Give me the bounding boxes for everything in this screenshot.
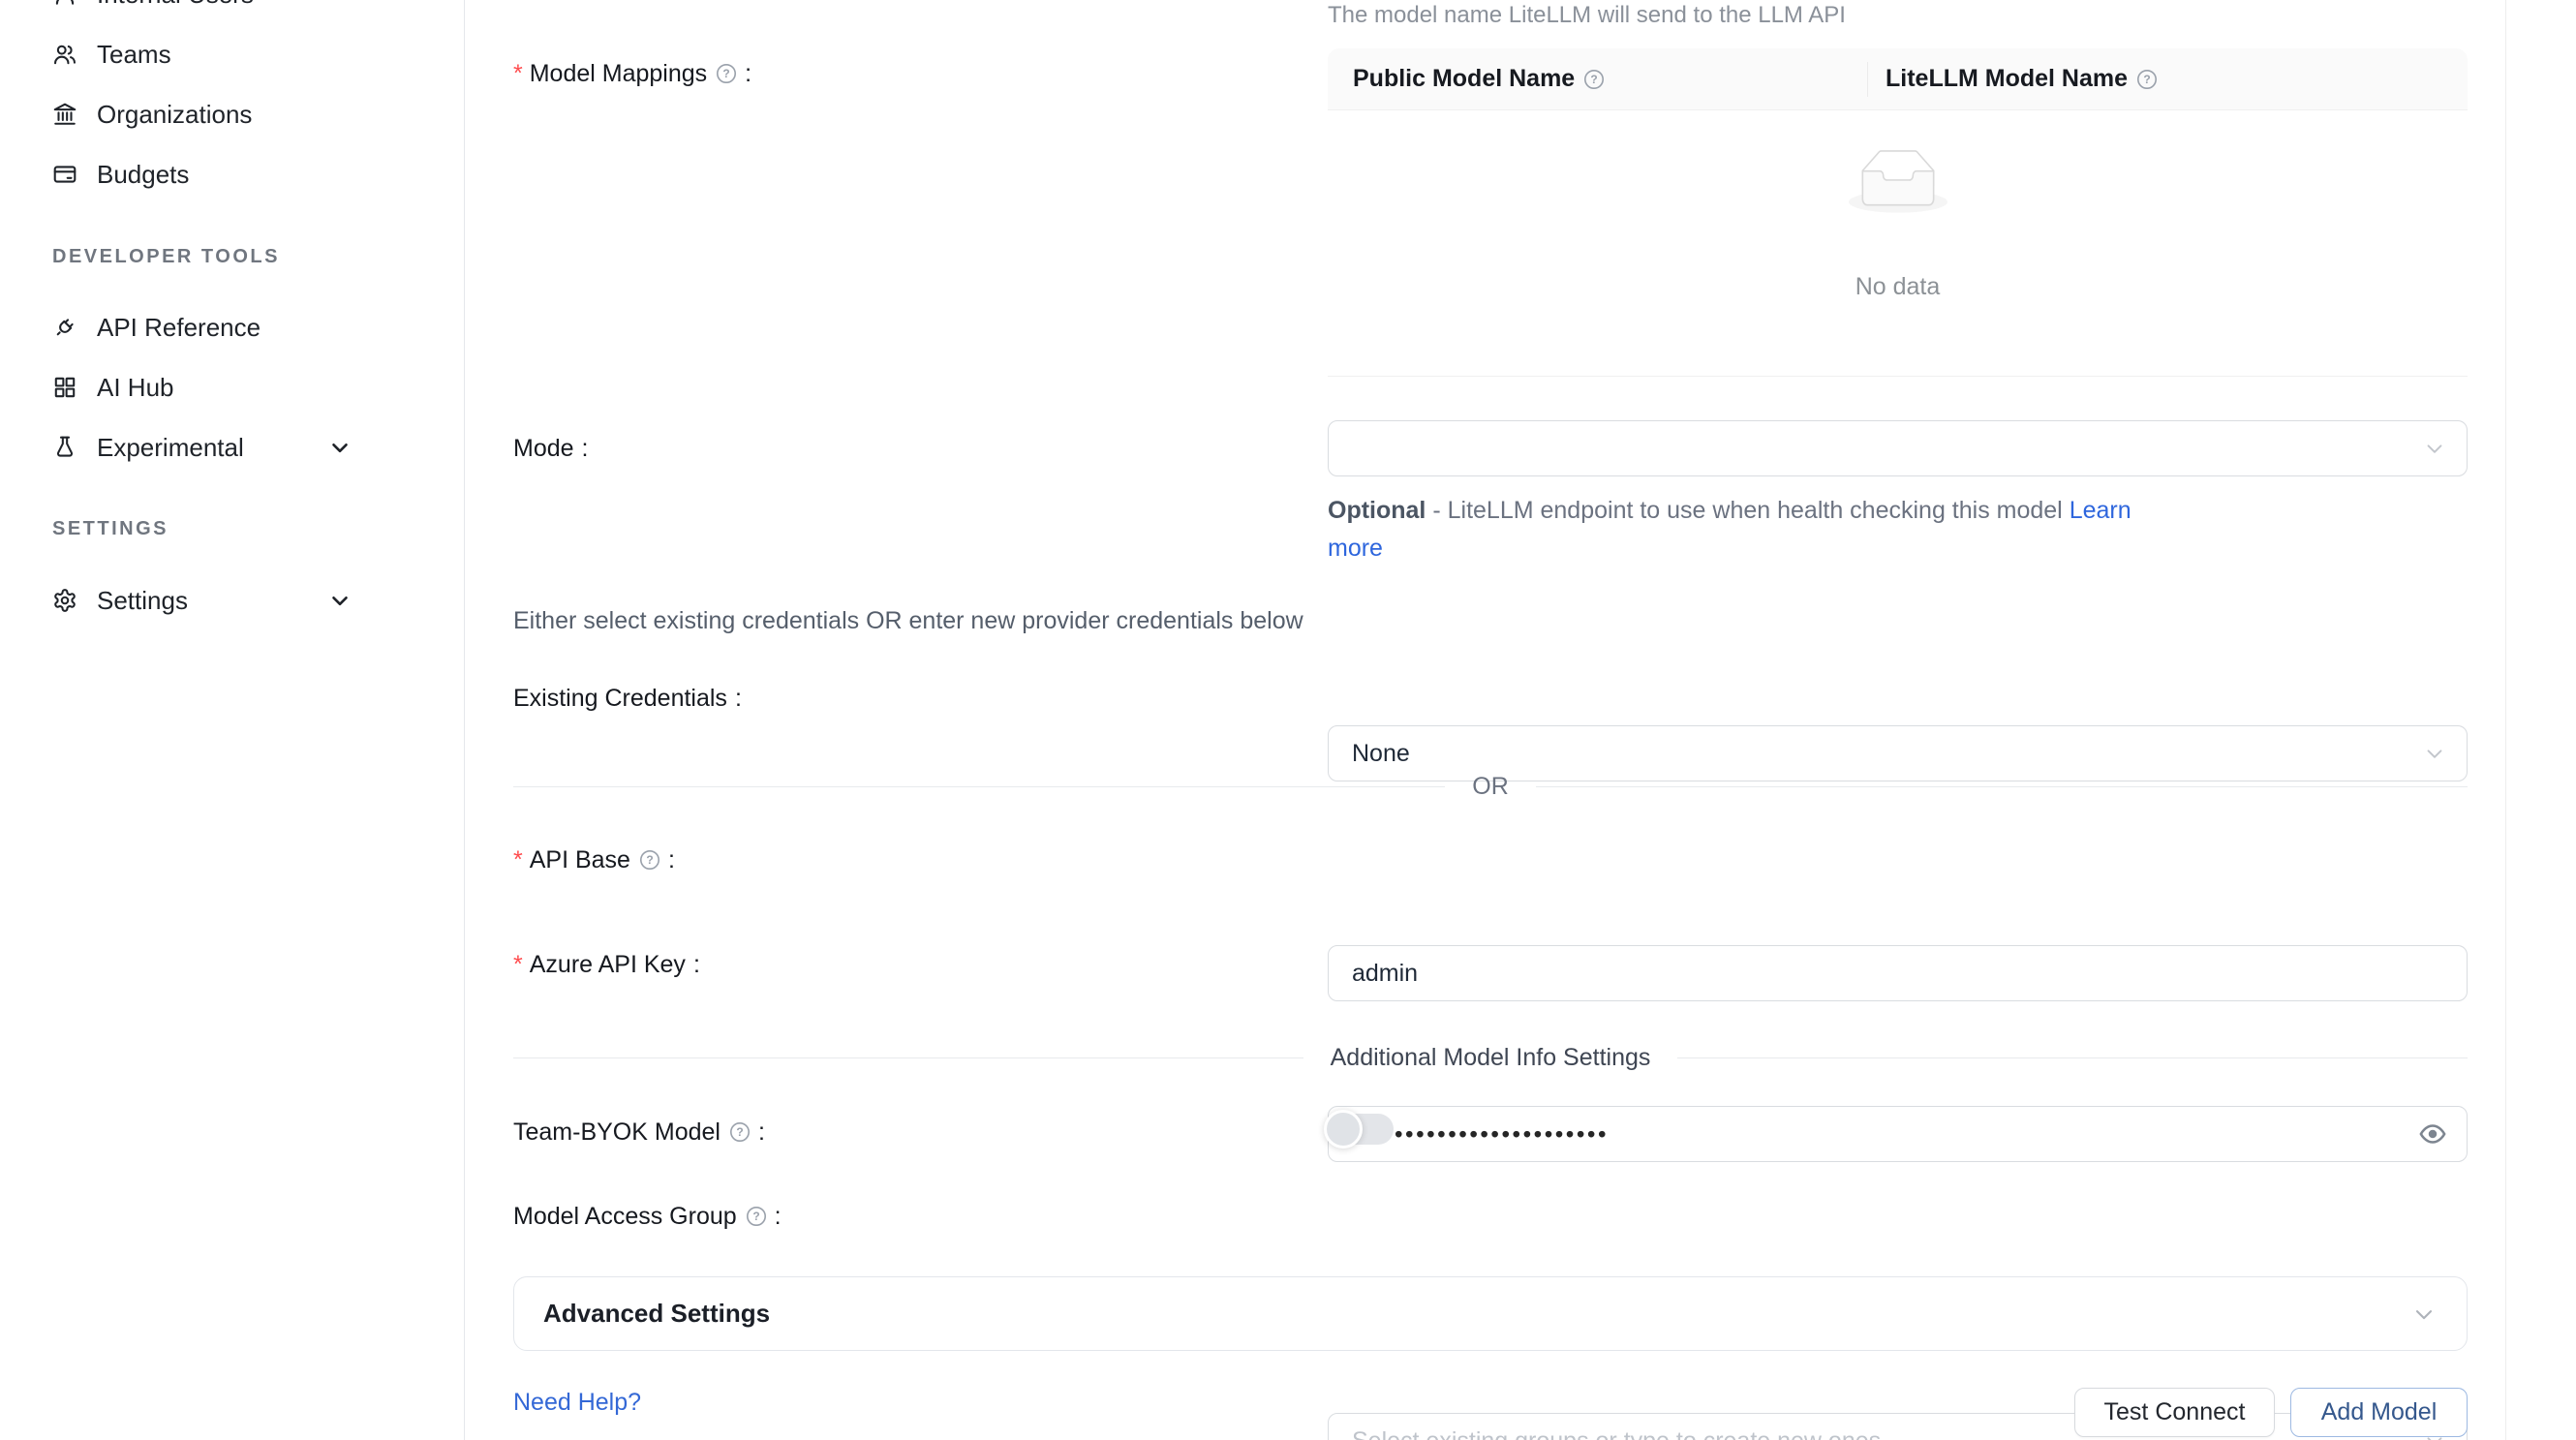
sidebar-section-developer-tools: DEVELOPER TOOLS: [52, 243, 280, 270]
sidebar-item-label: Experimental: [97, 433, 244, 463]
column-header-litellm-model-name: LiteLLM Model Name ?: [1886, 48, 2158, 109]
required-asterisk: *: [513, 58, 523, 89]
svg-text:?: ?: [1591, 73, 1598, 86]
gear-icon: [52, 588, 77, 613]
chevron-down-icon: [2422, 436, 2447, 461]
content-right-border: [2505, 0, 2506, 1440]
chevron-down-icon: [327, 435, 353, 460]
bank-icon: [52, 102, 77, 127]
sidebar-item-experimental[interactable]: Experimental: [0, 417, 463, 477]
mode-helper-line1: Optional - LiteLLM endpoint to use when …: [1328, 491, 2131, 530]
plug-icon: [52, 315, 77, 340]
svg-text:?: ?: [752, 1210, 759, 1223]
credentials-note: Either select existing credentials OR en…: [513, 606, 1303, 635]
sidebar-item-ai-hub[interactable]: AI Hub: [0, 357, 463, 417]
sidebar-item-label: AI Hub: [97, 373, 174, 403]
existing-credentials-label: Existing Credentials :: [513, 683, 742, 714]
test-connect-button[interactable]: Test Connect: [2074, 1388, 2275, 1437]
required-asterisk: *: [513, 844, 523, 875]
help-circle-icon[interactable]: ?: [639, 849, 660, 871]
team-byok-label: Team-BYOK Model ? :: [513, 1117, 765, 1148]
need-help-link[interactable]: Need Help?: [513, 1387, 641, 1418]
sidebar: Internal Users Teams Organizations Budge…: [0, 0, 465, 1440]
sidebar-section-settings: SETTINGS: [52, 515, 169, 542]
chevron-down-icon: [2410, 1301, 2438, 1328]
advanced-settings-label: Advanced Settings: [543, 1299, 2410, 1329]
sidebar-item-label: Organizations: [97, 100, 252, 130]
column-divider: [1867, 62, 1868, 97]
additional-settings-divider-text: Additional Model Info Settings: [1303, 1044, 1678, 1072]
model-access-group-placeholder: Select existing groups or type to create…: [1352, 1427, 1881, 1440]
model-name-helper-text: The model name LiteLLM will send to the …: [1328, 2, 1846, 29]
add-model-form: The model name LiteLLM will send to the …: [465, 0, 2576, 1440]
flask-icon: [52, 435, 77, 460]
svg-text:?: ?: [723, 67, 730, 80]
no-data-text: No data: [1328, 273, 2468, 301]
help-circle-icon[interactable]: ?: [2136, 69, 2158, 90]
existing-credentials-value: None: [1352, 740, 1410, 768]
toggle-knob: [1324, 1110, 1363, 1149]
chevron-down-icon: [327, 588, 353, 613]
api-base-label: * API Base ? :: [513, 844, 675, 875]
help-circle-icon[interactable]: ?: [729, 1121, 751, 1143]
sidebar-item-organizations[interactable]: Organizations: [0, 84, 463, 144]
sidebar-item-label: Budgets: [97, 160, 189, 190]
eye-icon[interactable]: [2416, 1118, 2449, 1150]
sidebar-item-internal-users[interactable]: Internal Users: [0, 0, 463, 24]
sidebar-item-settings[interactable]: Settings: [0, 570, 463, 630]
model-mappings-table: Public Model Name ? LiteLLM Model Name ?: [1328, 48, 2468, 377]
model-access-group-label: Model Access Group ? :: [513, 1201, 782, 1232]
team-byok-toggle[interactable]: [1328, 1114, 1394, 1145]
sidebar-item-label: Teams: [97, 40, 171, 70]
sidebar-item-teams[interactable]: Teams: [0, 24, 463, 84]
add-model-button[interactable]: Add Model: [2290, 1388, 2468, 1437]
svg-text:?: ?: [646, 853, 653, 867]
help-circle-icon[interactable]: ?: [746, 1206, 767, 1227]
or-divider: OR: [513, 772, 2468, 801]
advanced-settings-header[interactable]: Advanced Settings: [513, 1276, 2468, 1351]
azure-api-key-label: * Azure API Key :: [513, 949, 700, 980]
learn-more-link[interactable]: more: [1328, 535, 1383, 562]
table-empty-state: No data: [1328, 110, 2468, 377]
table-header: Public Model Name ? LiteLLM Model Name ?: [1328, 48, 2468, 110]
mode-helper-line2: more: [1328, 529, 1383, 567]
additional-settings-divider: Additional Model Info Settings: [513, 1043, 2468, 1072]
svg-text:?: ?: [736, 1125, 743, 1139]
sidebar-item-api-reference[interactable]: API Reference: [0, 297, 463, 357]
mode-select[interactable]: [1328, 420, 2468, 476]
required-asterisk: *: [513, 949, 523, 980]
sidebar-item-label: API Reference: [97, 313, 261, 343]
api-base-input[interactable]: admin: [1328, 945, 2468, 1001]
or-divider-text: OR: [1445, 773, 1536, 801]
sidebar-item-budgets[interactable]: Budgets: [0, 144, 463, 204]
model-mappings-label: * Model Mappings ? :: [513, 58, 751, 89]
empty-inbox-icon: [1849, 149, 1947, 218]
user-icon: [52, 0, 77, 7]
mode-label: Mode :: [513, 433, 589, 464]
help-circle-icon[interactable]: ?: [716, 63, 737, 84]
svg-text:?: ?: [2143, 73, 2150, 86]
chevron-down-icon: [2422, 741, 2447, 766]
grid-icon: [52, 375, 77, 400]
credit-card-icon: [52, 162, 77, 187]
azure-api-key-input[interactable]: ••••••••••••••••••••••••: [1328, 1106, 2468, 1162]
users-icon: [52, 42, 77, 67]
add-model-page: Internal Users Teams Organizations Budge…: [0, 0, 2576, 1440]
sidebar-item-label: Internal Users: [97, 0, 254, 10]
learn-more-link[interactable]: Learn: [2070, 497, 2131, 524]
help-circle-icon[interactable]: ?: [1583, 69, 1605, 90]
column-header-public-model-name: Public Model Name ?: [1353, 48, 1605, 109]
sidebar-item-label: Settings: [97, 586, 188, 616]
api-base-value: admin: [1352, 960, 1418, 988]
